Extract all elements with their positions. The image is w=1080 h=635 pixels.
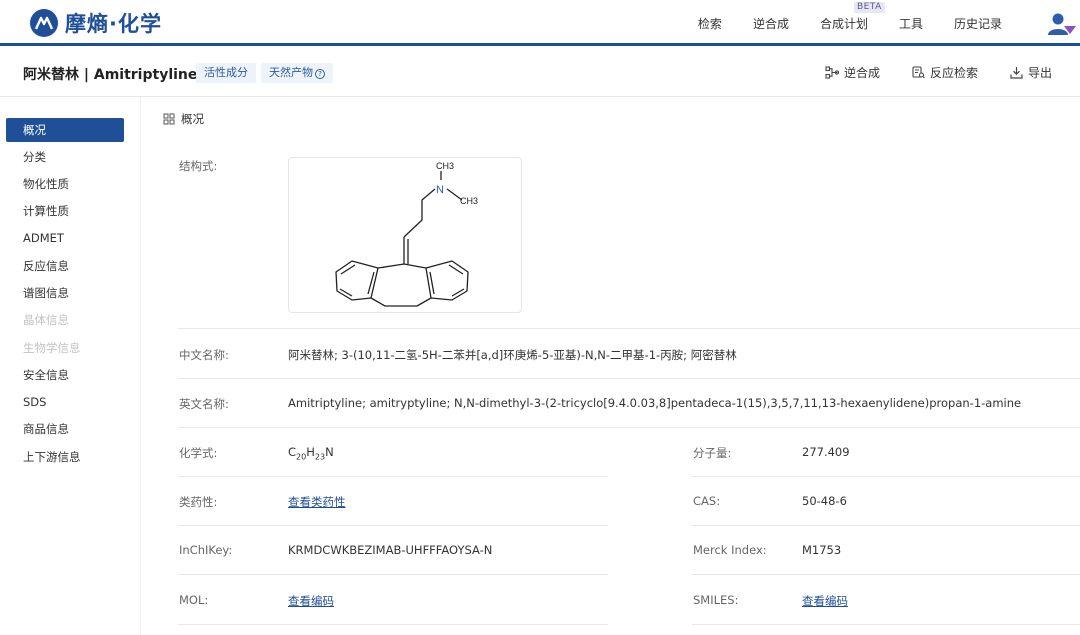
page-title: 阿米替林 | Amitriptyline bbox=[23, 67, 198, 83]
help-icon[interactable]: ? bbox=[315, 69, 325, 79]
retrosynthesis-button[interactable]: 逆合成 bbox=[825, 64, 880, 81]
inchikey-value: KRMDCWKBEZIMAB-UHFFFAOYSA-N bbox=[288, 543, 493, 557]
brand-logo[interactable]: 摩熵·化学 bbox=[30, 8, 162, 38]
structure-image[interactable]: N CH3 CH3 bbox=[288, 157, 522, 313]
download-icon bbox=[1010, 67, 1023, 79]
divider bbox=[178, 574, 608, 575]
divider bbox=[178, 624, 608, 625]
reaction-search-icon bbox=[912, 66, 925, 79]
mol-link[interactable]: 查看编码 bbox=[288, 593, 334, 609]
tag-natural-product[interactable]: 天然产物? bbox=[261, 63, 333, 83]
druglike-label: 类药性: bbox=[179, 495, 218, 509]
sidebar-item-safety[interactable]: 安全信息 bbox=[6, 363, 124, 387]
reaction-search-button[interactable]: 反应检索 bbox=[912, 64, 978, 81]
user-avatar-icon[interactable] bbox=[1047, 12, 1077, 36]
beta-badge: BETA bbox=[853, 1, 885, 13]
divider bbox=[178, 525, 608, 526]
nav-tools[interactable]: 工具 bbox=[899, 15, 923, 32]
sidebar-item-reactions[interactable]: 反应信息 bbox=[6, 254, 124, 278]
divider bbox=[692, 476, 1080, 477]
divider bbox=[178, 476, 608, 477]
druglike-link[interactable]: 查看类药性 bbox=[288, 494, 346, 510]
atom-ch3-top: CH3 bbox=[436, 161, 454, 171]
nav-history[interactable]: 历史记录 bbox=[954, 15, 1002, 32]
atom-n: N bbox=[436, 184, 444, 196]
atom-ch3-right: CH3 bbox=[460, 196, 478, 206]
divider bbox=[692, 624, 1080, 625]
divider bbox=[178, 378, 1080, 379]
cn-name-label: 中文名称: bbox=[179, 348, 229, 362]
mw-label: 分子量: bbox=[693, 446, 732, 460]
divider bbox=[178, 427, 1080, 428]
brand-logo-icon bbox=[30, 9, 58, 37]
top-header: 摩熵·化学 检索 逆合成 合成计划 BETA 工具 历史记录 bbox=[0, 0, 1080, 46]
sidebar-item-computed[interactable]: 计算性质 bbox=[6, 199, 124, 223]
tag-natural-product-label: 天然产物 bbox=[269, 66, 313, 79]
merck-value: M1753 bbox=[802, 543, 842, 557]
sidebar-item-overview[interactable]: 概况 bbox=[6, 118, 124, 142]
retrosynthesis-icon bbox=[825, 66, 839, 79]
en-name-value: Amitriptyline; amitryptyline; N,N-dimeth… bbox=[288, 396, 1022, 410]
compound-title-bar: 阿米替林 | Amitriptyline 活性成分 天然产物? 逆合成 反应检索 bbox=[0, 49, 1080, 97]
sidebar: 概况 分类 物化性质 计算性质 ADMET 反应信息 谱图信息 晶体信息 生物学… bbox=[0, 97, 141, 635]
en-name-label: 英文名称: bbox=[179, 397, 229, 411]
top-nav: 检索 逆合成 合成计划 BETA 工具 历史记录 bbox=[667, 0, 1002, 46]
brand-name: 摩熵·化学 bbox=[65, 12, 162, 36]
sidebar-item-upstream-downstream[interactable]: 上下游信息 bbox=[6, 445, 124, 469]
formula-c-count: 20 bbox=[296, 452, 307, 462]
mol-label: MOL: bbox=[179, 593, 209, 607]
nav-synthesis-plan-label: 合成计划 bbox=[819, 16, 868, 31]
nav-synthesis-plan[interactable]: 合成计划 BETA bbox=[819, 1, 885, 32]
smiles-link[interactable]: 查看编码 bbox=[802, 593, 848, 609]
nav-search[interactable]: 检索 bbox=[698, 15, 722, 32]
grid-icon bbox=[163, 113, 175, 125]
sidebar-item-sds[interactable]: SDS bbox=[6, 390, 124, 414]
cas-value: 50-48-6 bbox=[802, 494, 847, 508]
formula-c: C bbox=[288, 445, 297, 459]
tag-active-ingredient[interactable]: 活性成分 bbox=[196, 63, 256, 83]
export-button[interactable]: 导出 bbox=[1010, 64, 1052, 81]
divider bbox=[692, 525, 1080, 526]
merck-label: Merck Index: bbox=[693, 543, 767, 557]
mw-value: 277.409 bbox=[802, 445, 850, 459]
export-label: 导出 bbox=[1027, 66, 1052, 80]
sidebar-item-classification[interactable]: 分类 bbox=[6, 145, 124, 169]
divider bbox=[178, 328, 1080, 329]
formula-h-count: 23 bbox=[314, 452, 326, 462]
section-heading-label: 概况 bbox=[181, 112, 204, 126]
formula-value: C20H23N bbox=[288, 445, 334, 461]
structure-label: 结构式: bbox=[179, 159, 218, 173]
cas-label: CAS: bbox=[693, 494, 721, 508]
cn-name-value: 阿米替林; 3-(10,11-二氢-5H-二苯并[a,d]环庚烯-5-亚基)-N… bbox=[288, 348, 737, 362]
sidebar-item-spectra[interactable]: 谱图信息 bbox=[6, 281, 124, 305]
smiles-label: SMILES: bbox=[693, 593, 739, 607]
formula-h: H bbox=[306, 445, 315, 459]
title-actions: 逆合成 反应检索 导出 bbox=[793, 49, 1052, 96]
inchikey-label: InChIKey: bbox=[179, 543, 233, 557]
sidebar-item-admet[interactable]: ADMET bbox=[6, 226, 124, 250]
molecule-structure: N CH3 CH3 bbox=[335, 161, 478, 307]
sidebar-item-biology: 生物学信息 bbox=[23, 341, 81, 355]
retrosynthesis-label: 逆合成 bbox=[843, 66, 880, 80]
formula-n: N bbox=[325, 445, 334, 459]
sidebar-item-products[interactable]: 商品信息 bbox=[6, 417, 124, 441]
section-heading: 概况 bbox=[163, 111, 204, 127]
divider bbox=[692, 574, 1080, 575]
sidebar-item-physicochemical[interactable]: 物化性质 bbox=[6, 172, 124, 196]
sidebar-item-crystal: 晶体信息 bbox=[23, 313, 69, 327]
nav-retrosynthesis[interactable]: 逆合成 bbox=[753, 15, 789, 32]
formula-label: 化学式: bbox=[179, 446, 218, 460]
reaction-search-label: 反应检索 bbox=[929, 66, 978, 80]
